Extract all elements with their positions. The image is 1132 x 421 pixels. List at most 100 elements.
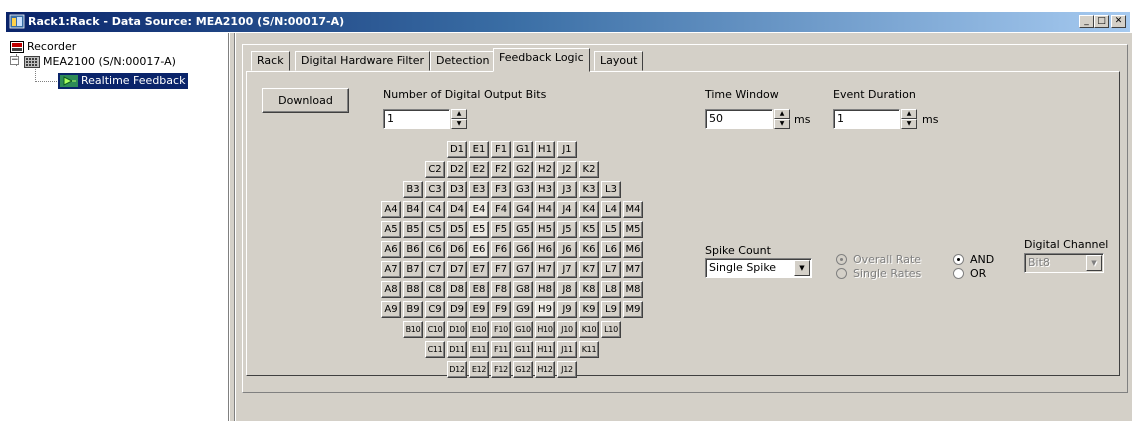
electrode-f3-button[interactable]: F3 bbox=[491, 181, 511, 198]
electrode-h4-button[interactable]: H4 bbox=[535, 201, 555, 218]
electrode-a5-button[interactable]: A5 bbox=[381, 221, 401, 238]
electrode-k9-button[interactable]: K9 bbox=[579, 301, 599, 318]
collapse-icon[interactable]: − bbox=[10, 56, 19, 65]
electrode-h12-button[interactable]: H12 bbox=[535, 361, 555, 378]
electrode-b5-button[interactable]: B5 bbox=[403, 221, 423, 238]
electrode-k3-button[interactable]: K3 bbox=[579, 181, 599, 198]
electrode-k5-button[interactable]: K5 bbox=[579, 221, 599, 238]
electrode-d4-button[interactable]: D4 bbox=[447, 201, 467, 218]
num-bits-input[interactable]: 1 bbox=[383, 109, 450, 129]
close-button[interactable]: ✕ bbox=[1111, 15, 1126, 28]
electrode-c8-button[interactable]: C8 bbox=[425, 281, 445, 298]
electrode-j3-button[interactable]: J3 bbox=[557, 181, 577, 198]
tree-item-realtime-feedback[interactable]: Realtime Feedback bbox=[58, 73, 189, 89]
minimize-button[interactable]: _ bbox=[1079, 15, 1094, 28]
electrode-e5-button[interactable]: E5 bbox=[469, 221, 489, 238]
pane-splitter[interactable] bbox=[229, 33, 235, 421]
overall-rate-radio[interactable] bbox=[836, 254, 847, 265]
electrode-g2-button[interactable]: G2 bbox=[513, 161, 533, 178]
electrode-a7-button[interactable]: A7 bbox=[381, 261, 401, 278]
electrode-h7-button[interactable]: H7 bbox=[535, 261, 555, 278]
electrode-f2-button[interactable]: F2 bbox=[491, 161, 511, 178]
electrode-j2-button[interactable]: J2 bbox=[557, 161, 577, 178]
tree-item-recorder[interactable]: Recorder bbox=[10, 39, 76, 55]
electrode-k4-button[interactable]: K4 bbox=[579, 201, 599, 218]
electrode-l7-button[interactable]: L7 bbox=[601, 261, 621, 278]
electrode-a8-button[interactable]: A8 bbox=[381, 281, 401, 298]
electrode-e4-button[interactable]: E4 bbox=[469, 201, 489, 218]
electrode-k11-button[interactable]: K11 bbox=[579, 341, 599, 358]
electrode-l3-button[interactable]: L3 bbox=[601, 181, 621, 198]
electrode-h5-button[interactable]: H5 bbox=[535, 221, 555, 238]
maximize-button[interactable]: □ bbox=[1094, 15, 1109, 28]
electrode-m5-button[interactable]: M5 bbox=[623, 221, 643, 238]
electrode-g11-button[interactable]: G11 bbox=[513, 341, 533, 358]
electrode-k8-button[interactable]: K8 bbox=[579, 281, 599, 298]
electrode-j12-button[interactable]: J12 bbox=[557, 361, 577, 378]
electrode-f11-button[interactable]: F11 bbox=[491, 341, 511, 358]
tab-feedback-logic[interactable]: Feedback Logic bbox=[493, 48, 590, 72]
electrode-g3-button[interactable]: G3 bbox=[513, 181, 533, 198]
electrode-l6-button[interactable]: L6 bbox=[601, 241, 621, 258]
electrode-a4-button[interactable]: A4 bbox=[381, 201, 401, 218]
or-radio[interactable] bbox=[953, 268, 964, 279]
electrode-h6-button[interactable]: H6 bbox=[535, 241, 555, 258]
electrode-c6-button[interactable]: C6 bbox=[425, 241, 445, 258]
electrode-d9-button[interactable]: D9 bbox=[447, 301, 467, 318]
electrode-f4-button[interactable]: F4 bbox=[491, 201, 511, 218]
electrode-e8-button[interactable]: E8 bbox=[469, 281, 489, 298]
electrode-h8-button[interactable]: H8 bbox=[535, 281, 555, 298]
electrode-d12-button[interactable]: D12 bbox=[447, 361, 467, 378]
electrode-f10-button[interactable]: F10 bbox=[491, 321, 511, 338]
time-window-stepper[interactable]: ▲ ▼ bbox=[774, 109, 790, 129]
electrode-a6-button[interactable]: A6 bbox=[381, 241, 401, 258]
electrode-k2-button[interactable]: K2 bbox=[579, 161, 599, 178]
electrode-d10-button[interactable]: D10 bbox=[447, 321, 467, 338]
electrode-c7-button[interactable]: C7 bbox=[425, 261, 445, 278]
electrode-c11-button[interactable]: C11 bbox=[425, 341, 445, 358]
tree-item-mea2100[interactable]: MEA2100 (S/N:00017-A) bbox=[24, 54, 176, 70]
spin-up-icon[interactable]: ▲ bbox=[451, 109, 467, 119]
electrode-j4-button[interactable]: J4 bbox=[557, 201, 577, 218]
electrode-e12-button[interactable]: E12 bbox=[469, 361, 489, 378]
electrode-l9-button[interactable]: L9 bbox=[601, 301, 621, 318]
electrode-j9-button[interactable]: J9 bbox=[557, 301, 577, 318]
electrode-k10-button[interactable]: K10 bbox=[579, 321, 599, 338]
electrode-d1-button[interactable]: D1 bbox=[447, 141, 467, 158]
electrode-e11-button[interactable]: E11 bbox=[469, 341, 489, 358]
electrode-b4-button[interactable]: B4 bbox=[403, 201, 423, 218]
electrode-e9-button[interactable]: E9 bbox=[469, 301, 489, 318]
electrode-d2-button[interactable]: D2 bbox=[447, 161, 467, 178]
electrode-g7-button[interactable]: G7 bbox=[513, 261, 533, 278]
electrode-l8-button[interactable]: L8 bbox=[601, 281, 621, 298]
electrode-j7-button[interactable]: J7 bbox=[557, 261, 577, 278]
electrode-l4-button[interactable]: L4 bbox=[601, 201, 621, 218]
electrode-m7-button[interactable]: M7 bbox=[623, 261, 643, 278]
electrode-d11-button[interactable]: D11 bbox=[447, 341, 467, 358]
digital-channel-select[interactable]: Bit8 ▼ bbox=[1024, 253, 1104, 273]
electrode-b9-button[interactable]: B9 bbox=[403, 301, 423, 318]
electrode-c10-button[interactable]: C10 bbox=[425, 321, 445, 338]
spin-up-icon[interactable]: ▲ bbox=[774, 109, 790, 119]
electrode-f7-button[interactable]: F7 bbox=[491, 261, 511, 278]
tab-rack[interactable]: Rack bbox=[251, 51, 290, 71]
electrode-g6-button[interactable]: G6 bbox=[513, 241, 533, 258]
electrode-c2-button[interactable]: C2 bbox=[425, 161, 445, 178]
electrode-d5-button[interactable]: D5 bbox=[447, 221, 467, 238]
electrode-j1-button[interactable]: J1 bbox=[557, 141, 577, 158]
electrode-g10-button[interactable]: G10 bbox=[513, 321, 533, 338]
electrode-j11-button[interactable]: J11 bbox=[557, 341, 577, 358]
electrode-d6-button[interactable]: D6 bbox=[447, 241, 467, 258]
single-rates-radio[interactable] bbox=[836, 268, 847, 279]
window-titlebar[interactable]: Rack1:Rack - Data Source: MEA2100 (S/N:0… bbox=[6, 12, 1130, 32]
electrode-l10-button[interactable]: L10 bbox=[601, 321, 621, 338]
electrode-g9-button[interactable]: G9 bbox=[513, 301, 533, 318]
electrode-c9-button[interactable]: C9 bbox=[425, 301, 445, 318]
event-duration-stepper[interactable]: ▲ ▼ bbox=[901, 109, 917, 129]
electrode-b10-button[interactable]: B10 bbox=[403, 321, 423, 338]
electrode-f12-button[interactable]: F12 bbox=[491, 361, 511, 378]
electrode-j5-button[interactable]: J5 bbox=[557, 221, 577, 238]
electrode-f5-button[interactable]: F5 bbox=[491, 221, 511, 238]
electrode-m6-button[interactable]: M6 bbox=[623, 241, 643, 258]
electrode-c4-button[interactable]: C4 bbox=[425, 201, 445, 218]
